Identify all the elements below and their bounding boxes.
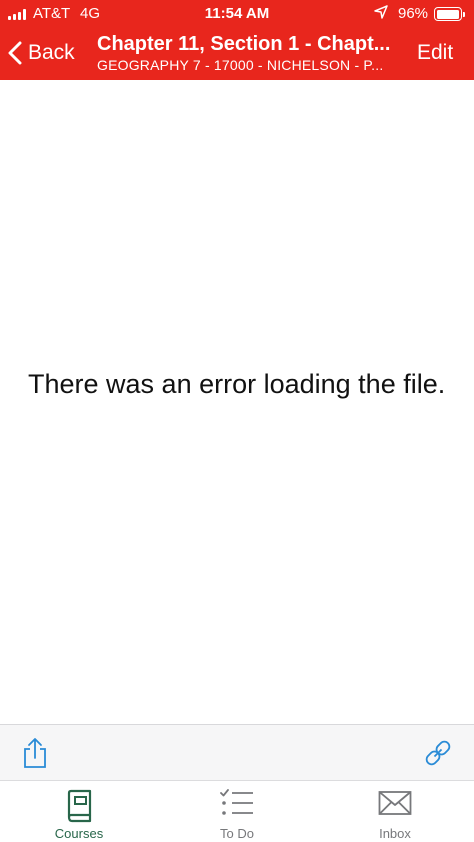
tab-inbox-label: Inbox <box>379 826 411 841</box>
page-title: Chapter 11, Section 1 - Chapt... <box>97 33 391 55</box>
error-message: There was an error loading the file. <box>28 369 446 399</box>
battery-fill <box>436 9 459 19</box>
back-button[interactable]: Back <box>8 38 75 68</box>
envelope-icon <box>378 791 412 815</box>
app-header: AT&T 4G 11:54 AM 96% Back Chapter 11, Se… <box>0 0 474 80</box>
file-toolbar <box>0 724 474 780</box>
tab-bar: Courses To Do Inbox <box>0 780 474 842</box>
title-block: Chapter 11, Section 1 - Chapt... GEOGRAP… <box>97 33 411 73</box>
status-bar: AT&T 4G 11:54 AM 96% <box>0 0 474 28</box>
tab-inbox[interactable]: Inbox <box>316 781 474 842</box>
file-viewer: There was an error loading the file. <box>0 80 474 724</box>
share-icon <box>24 738 46 768</box>
tab-courses-label: Courses <box>54 826 104 841</box>
copy-link-button[interactable] <box>422 737 454 774</box>
back-label: Back <box>28 41 75 64</box>
tab-todo-label: To Do <box>220 826 254 841</box>
tab-courses[interactable]: Courses <box>0 781 158 842</box>
book-icon <box>67 789 92 823</box>
battery-percent: 96% <box>398 5 429 22</box>
share-button[interactable] <box>22 737 48 774</box>
battery-icon <box>434 7 465 21</box>
location-arrow-icon <box>374 5 388 23</box>
chevron-left-icon <box>8 41 22 65</box>
edit-button[interactable]: Edit <box>417 41 453 65</box>
page-subtitle: GEOGRAPHY 7 - 17000 - NICHELSON - P... <box>97 57 384 73</box>
checklist-icon <box>220 789 253 815</box>
tab-todo[interactable]: To Do <box>158 781 316 842</box>
link-icon <box>425 740 451 766</box>
